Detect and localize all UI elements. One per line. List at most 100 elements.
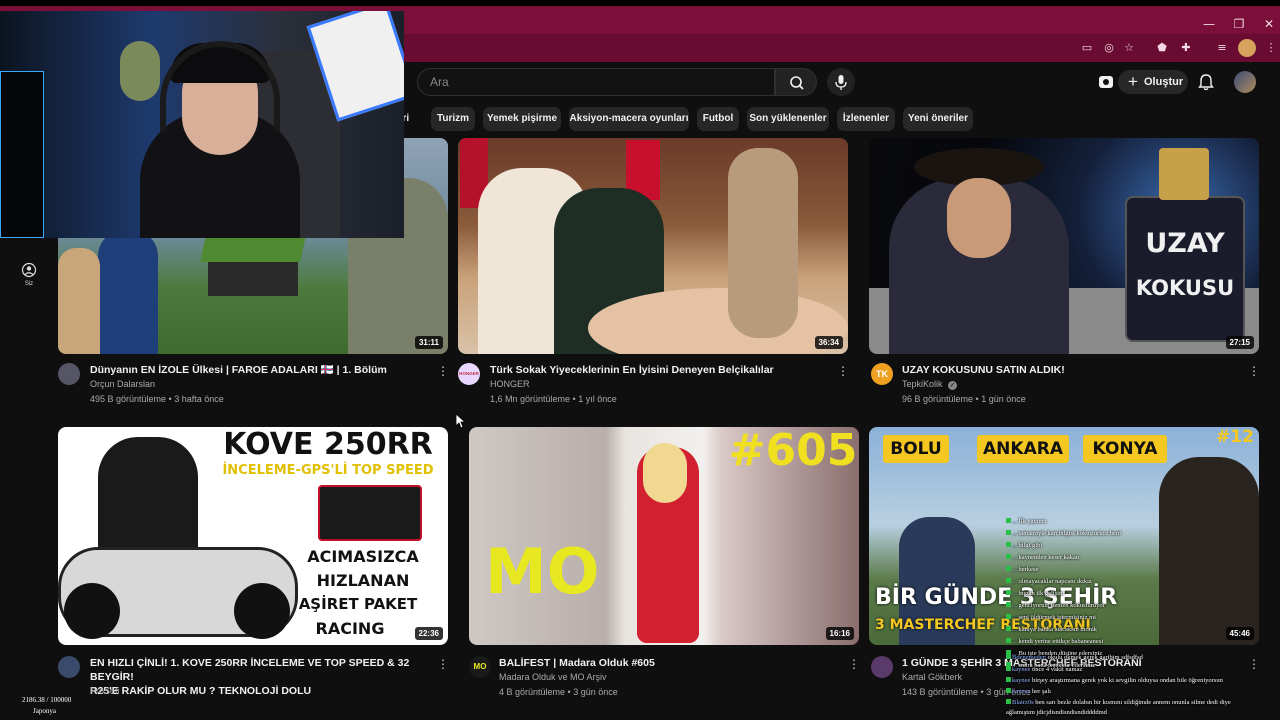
channel-avatar[interactable] (871, 656, 893, 678)
video-thumbnail[interactable]: KOVE 250RR İNCELEME-GPS'Lİ TOP SPEED ACI… (58, 427, 448, 645)
channel-avatar[interactable]: TK (871, 363, 893, 385)
bookmark-star-icon[interactable]: ☆ (1120, 39, 1138, 57)
search-icon (790, 76, 804, 90)
channel-name[interactable]: TepkiKolik ✓ (902, 379, 958, 390)
search-input[interactable]: Ara (417, 68, 775, 96)
sidebar-item-label: Siz (24, 281, 34, 287)
video-thumbnail[interactable]: UZAY KOKUSU 27:15 (869, 138, 1259, 354)
cast-icon[interactable]: ▭ (1078, 39, 1096, 57)
chat-message: ... kanıya banka atacaksın monik (1006, 626, 1097, 633)
extensions-puzzle-icon[interactable]: ✚ (1177, 39, 1195, 57)
chat-text: bilgi gibi (1018, 542, 1043, 549)
chip[interactable]: İzlenenler (837, 107, 895, 131)
thumbnail-text: KOVE 250RR (223, 427, 433, 462)
chat-text: herkese (1018, 566, 1039, 573)
chat-message: kaynee birşey araştırmana gerek yok ki s… (1006, 677, 1223, 684)
chat-username: ... (1012, 590, 1017, 597)
video-thumbnail[interactable]: 36:34 (458, 138, 848, 354)
close-icon[interactable]: ✕ (1254, 14, 1280, 34)
thumbnail-text: #605 (728, 427, 858, 476)
more-options-icon[interactable]: ⋮ (437, 363, 449, 379)
video-title[interactable]: Dünyanın EN İZOLE Ülkesi | FAROE ADALARI… (90, 363, 430, 377)
chip[interactable]: Futbol (697, 107, 739, 131)
extension-shield-icon[interactable]: ⬟ (1153, 39, 1171, 57)
more-options-icon[interactable]: ⋮ (837, 363, 849, 379)
more-options-icon[interactable]: ⋮ (1248, 363, 1260, 379)
chat-badge-icon (1006, 654, 1011, 659)
create-sparkle-icon[interactable] (1096, 72, 1116, 92)
video-title[interactable]: EN HIZLI ÇİNLİ! 1. KOVE 250RR İNCELEME V… (90, 656, 435, 698)
chip[interactable]: Aksiyon-macera oyunları (569, 107, 689, 131)
channel-avatar[interactable]: MO (469, 656, 491, 678)
video-title[interactable]: Türk Sokak Yiyeceklerinin En İyisini Den… (490, 363, 830, 377)
thumbnail-bottle-shape (1125, 196, 1245, 342)
chat-badge-icon (1006, 688, 1011, 693)
thumbnail-logo-text: MO (485, 535, 600, 608)
more-options-icon[interactable]: ⋮ (848, 656, 860, 672)
chat-username: kaynee (1012, 666, 1031, 673)
account-avatar[interactable] (1234, 71, 1256, 93)
chat-text: seni öldürmek istermisiniz mi (1018, 614, 1096, 621)
video-duration: 27:15 (1225, 336, 1254, 349)
video-title[interactable]: BALİFEST | Madara Olduk #605 (499, 656, 839, 670)
search-button[interactable] (775, 68, 817, 96)
chat-text: İlk yayıncı (1018, 518, 1047, 525)
chat-message: kaynee her şalı (1006, 688, 1051, 695)
video-title[interactable]: UZAY KOKUSUNU SATIN ALDIK! (902, 363, 1242, 377)
thumbnail-hair-shape (643, 443, 687, 503)
channel-name[interactable]: Kartal Gökberk (902, 672, 962, 682)
channel-avatar[interactable] (58, 363, 80, 385)
chip[interactable]: Turizm (431, 107, 475, 131)
channel-name[interactable]: Orçun Dalarslan (90, 379, 155, 389)
chat-message: ... kaynenden keser kakau (1006, 554, 1079, 561)
browser-menu-icon[interactable]: ⋮ (1262, 39, 1280, 57)
create-button[interactable]: + Oluştur (1118, 70, 1188, 94)
chat-text: genciyorum hemen kokusturuyor (1018, 602, 1105, 609)
chat-text: kaynenden keser kakau (1018, 554, 1080, 561)
chat-badge-icon (1006, 602, 1011, 607)
channel-name[interactable]: ProSofi (90, 686, 120, 696)
chat-badge-icon (1006, 666, 1011, 671)
chat-text: ben sarı bezle dolabın bir kısmını sildi… (1035, 699, 1231, 706)
chip[interactable]: Yemek pişirme (483, 107, 561, 131)
video-duration: 36:34 (814, 336, 843, 349)
restore-icon[interactable]: ❐ (1224, 14, 1254, 34)
chat-username: ... (1012, 518, 1017, 525)
chat-text: ağlamıştım jdicjdisndisndisndiddddmd (1006, 709, 1107, 716)
video-duration: 16:16 (825, 627, 854, 640)
media-control-icon[interactable]: ≡ (1213, 39, 1231, 57)
webcam-overlay (0, 11, 404, 238)
chat-username: Blairz0s (1012, 699, 1034, 706)
chat-badge-icon (1006, 677, 1011, 682)
more-options-icon[interactable]: ⋮ (437, 656, 449, 672)
video-thumbnail[interactable]: MO #605 16:16 (469, 427, 859, 645)
chat-username: Bdenemeden (1012, 654, 1046, 661)
channel-avatar[interactable] (58, 656, 80, 678)
video-duration: 22:36 (414, 627, 443, 640)
chip[interactable]: Son yüklenenler (747, 107, 829, 131)
channel-name[interactable]: HONGER (490, 379, 530, 389)
video-duration: 31:11 (414, 336, 443, 349)
chat-username: ... (1012, 638, 1017, 645)
channel-name-text: TepkiKolik (902, 379, 943, 389)
chip[interactable]: Yeni öneriler (903, 107, 973, 131)
chat-badge-icon (1006, 626, 1011, 631)
chat-username: ... (1012, 578, 1017, 585)
thumbnail-house-shape (208, 256, 298, 296)
voice-search-button[interactable] (827, 68, 855, 96)
browser-profile-icon[interactable] (1238, 39, 1256, 57)
chat-message: Bdenemeden okulu okmek gerek garibim sdf… (1006, 654, 1143, 661)
stream-goal-counter: 2186.38 / 100000 (22, 696, 72, 704)
sidebar-item-you[interactable]: Siz (14, 262, 44, 287)
stream-location-label: Japonya (33, 707, 56, 715)
minimize-icon[interactable]: — (1194, 14, 1224, 34)
channel-avatar[interactable]: HONGER (458, 363, 480, 385)
chat-text: her şalı (1032, 688, 1051, 695)
chat-username: ... (1012, 602, 1017, 609)
chat-message: ... kendi yerine ettikçe babaneanesi (1006, 638, 1103, 645)
webcam-pc-shape (0, 71, 44, 238)
notifications-bell-icon[interactable] (1196, 72, 1216, 92)
eye-off-icon[interactable]: ◎ (1100, 39, 1118, 57)
thumbnail-person-shape (58, 248, 100, 354)
channel-name[interactable]: Madara Olduk ve MO Arşiv (499, 672, 607, 682)
